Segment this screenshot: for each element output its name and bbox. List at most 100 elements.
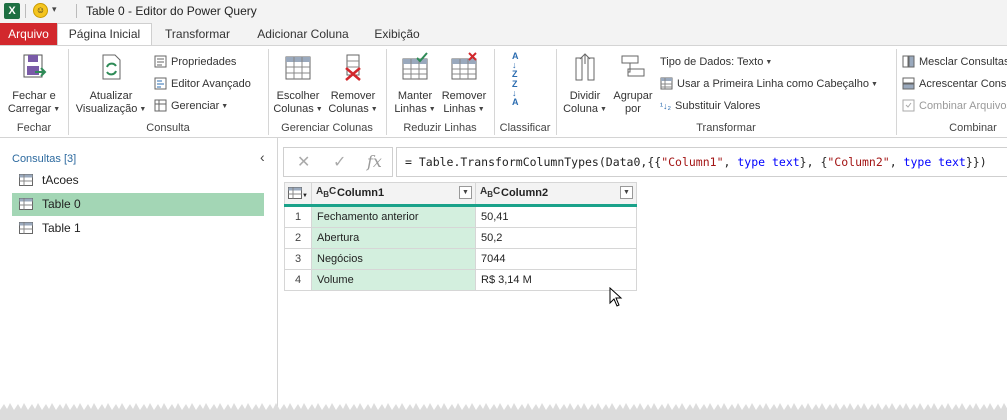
table-icon	[19, 198, 33, 210]
remove-columns-label-1: Remover	[330, 90, 376, 102]
queries-header: Consultas [3]	[12, 153, 77, 165]
column-header-1[interactable]: ABC Column1 ▼	[311, 182, 476, 207]
cell[interactable]: Negócios	[311, 248, 476, 270]
table-row: 4 Volume R$ 3,14 M	[284, 269, 637, 291]
tab-arquivo[interactable]: Arquivo	[0, 23, 57, 45]
tab-transformar[interactable]: Transformar	[155, 23, 240, 45]
replace-values-icon: ¹↓₂	[660, 101, 671, 111]
refresh-preview-button[interactable]: Atualizar Visualização ▼	[74, 52, 148, 116]
split-column-label-1: Dividir	[569, 90, 601, 102]
text-type-icon[interactable]: ABC	[316, 186, 336, 199]
quick-access-customize-icon[interactable]: ▾	[52, 4, 57, 15]
group-label-combinar: Combinar	[949, 122, 997, 134]
refresh-label-2: Visualização	[75, 103, 138, 115]
tab-pagina-inicial[interactable]: Página Inicial	[57, 23, 152, 45]
excel-app-icon[interactable]: X	[4, 3, 20, 19]
table-icon	[19, 222, 33, 234]
formula-input[interactable]: = Table.TransformColumnTypes(Data0,{{"Co…	[396, 147, 1007, 177]
group-label-transformar: Transformar	[696, 122, 756, 134]
cell[interactable]: 50,41	[475, 205, 637, 228]
group-label-gerenciar-colunas: Gerenciar Colunas	[281, 122, 373, 134]
remove-rows-label-1: Remover	[441, 90, 487, 102]
ribbon: Fechar e Carregar ▼ Fechar Atualizar Visu…	[0, 45, 1007, 138]
properties-icon	[154, 55, 167, 68]
combine-files-button[interactable]: Combinar Arquivos	[902, 98, 1007, 114]
table-row: 1 Fechamento anterior 50,41	[284, 205, 637, 228]
filter-dropdown-icon[interactable]: ▼	[620, 186, 633, 199]
queries-pane: Consultas [3] ‹ tAcoes Table 0 Table 1	[0, 138, 278, 420]
table-icon	[19, 174, 33, 186]
group-label-reduzir-linhas: Reduzir Linhas	[403, 122, 477, 134]
row-number[interactable]: 2	[284, 227, 312, 249]
cell[interactable]: Fechamento anterior	[311, 205, 476, 228]
data-type-dropdown[interactable]: Tipo de Dados: Texto ▼	[660, 54, 772, 70]
keep-rows-button[interactable]: Manter Linhas ▼	[390, 52, 440, 116]
text-type-icon[interactable]: ABC	[480, 186, 500, 199]
query-item-table-0[interactable]: Table 0	[12, 193, 264, 216]
sort-descending-icon[interactable]: Z ↓ A	[512, 80, 534, 107]
smiley-feedback-icon[interactable]: ☺	[33, 3, 48, 18]
group-by-icon	[621, 55, 645, 77]
close-load-label-2: Carregar	[7, 103, 52, 115]
cell[interactable]: Abertura	[311, 227, 476, 249]
row-number[interactable]: 4	[284, 269, 312, 291]
cell[interactable]: 50,2	[475, 227, 637, 249]
tab-exibicao[interactable]: Exibição	[367, 23, 427, 45]
split-column-label-2: Coluna	[563, 103, 598, 115]
append-queries-icon	[902, 77, 915, 90]
use-first-row-header-button[interactable]: Usar a Primeira Linha como Cabeçalho ▼	[660, 76, 878, 92]
choose-columns-label-2: Colunas	[273, 103, 314, 115]
collapse-pane-chevron-icon[interactable]: ‹	[260, 149, 265, 165]
split-column-button[interactable]: Dividir Coluna ▼	[560, 52, 610, 116]
cell[interactable]: Volume	[311, 269, 476, 291]
cancel-icon[interactable]: ✕	[297, 152, 310, 172]
keep-rows-label-1: Manter	[397, 90, 433, 102]
fx-icon[interactable]: fx	[367, 152, 382, 171]
sort-ascending-icon[interactable]: A ↓ Z	[512, 52, 534, 79]
filter-dropdown-icon[interactable]: ▼	[459, 186, 472, 199]
group-by-label-2: por	[625, 103, 641, 115]
refresh-icon	[102, 54, 121, 80]
group-by-button[interactable]: Agrupar por	[610, 52, 656, 116]
combine-files-icon	[902, 99, 915, 112]
title-bar: X ☺ ▾ Table 0 - Editor do Power Query	[0, 0, 1007, 23]
manage-table-icon	[154, 99, 167, 112]
title-separator	[25, 4, 26, 18]
choose-columns-button[interactable]: Escolher Colunas ▼	[272, 52, 324, 116]
row-number[interactable]: 3	[284, 248, 312, 270]
merge-queries-button[interactable]: Mesclar Consultas	[902, 54, 1007, 70]
save-close-icon	[23, 54, 47, 78]
choose-columns-icon	[285, 56, 311, 80]
ribbon-tabs: Arquivo Página Inicial Transformar Adici…	[0, 23, 1007, 45]
split-column-icon	[575, 53, 595, 81]
keep-rows-icon	[402, 52, 428, 80]
group-label-fechar: Fechar	[16, 122, 52, 134]
row-number[interactable]: 1	[284, 205, 312, 228]
query-item-tacoes[interactable]: tAcoes	[12, 169, 264, 192]
column-header-2[interactable]: ABC Column2 ▼	[475, 182, 637, 207]
replace-values-button[interactable]: ¹↓₂ Substituir Valores	[660, 98, 760, 114]
cell[interactable]: 7044	[475, 248, 637, 270]
query-item-table-1[interactable]: Table 1	[12, 217, 264, 240]
remove-columns-icon	[345, 54, 361, 81]
confirm-check-icon[interactable]: ✓	[333, 152, 346, 172]
mouse-cursor-icon	[609, 287, 623, 307]
close-load-button[interactable]: Fechar e Carregar ▼	[6, 52, 62, 116]
refresh-label-1: Atualizar	[89, 90, 133, 102]
remove-rows-icon	[451, 52, 477, 80]
table-row: 3 Negócios 7044	[284, 248, 637, 270]
append-queries-button[interactable]: Acrescentar Consultas	[902, 76, 1007, 92]
advanced-editor-button[interactable]: Editor Avançado	[154, 76, 251, 92]
formula-bar: ✕ ✓ fx = Table.TransformColumnTypes(Data…	[283, 147, 1007, 177]
group-label-consulta: Consulta	[146, 122, 190, 134]
properties-button[interactable]: Propriedades	[154, 54, 236, 70]
remove-columns-button[interactable]: Remover Colunas ▼	[326, 52, 380, 116]
torn-edge-decoration	[0, 398, 1007, 420]
merge-queries-icon	[902, 55, 915, 68]
table-menu-icon[interactable]: ▼	[284, 182, 312, 207]
data-grid: ▼ ABC Column1 ▼ ABC Column2 ▼ 1 Fechamen…	[284, 182, 637, 291]
table-row: 2 Abertura 50,2	[284, 227, 637, 249]
manage-button[interactable]: Gerenciar ▼	[154, 98, 228, 114]
remove-rows-button[interactable]: Remover Linhas ▼	[440, 52, 488, 116]
tab-adicionar-coluna[interactable]: Adicionar Coluna	[248, 23, 358, 45]
